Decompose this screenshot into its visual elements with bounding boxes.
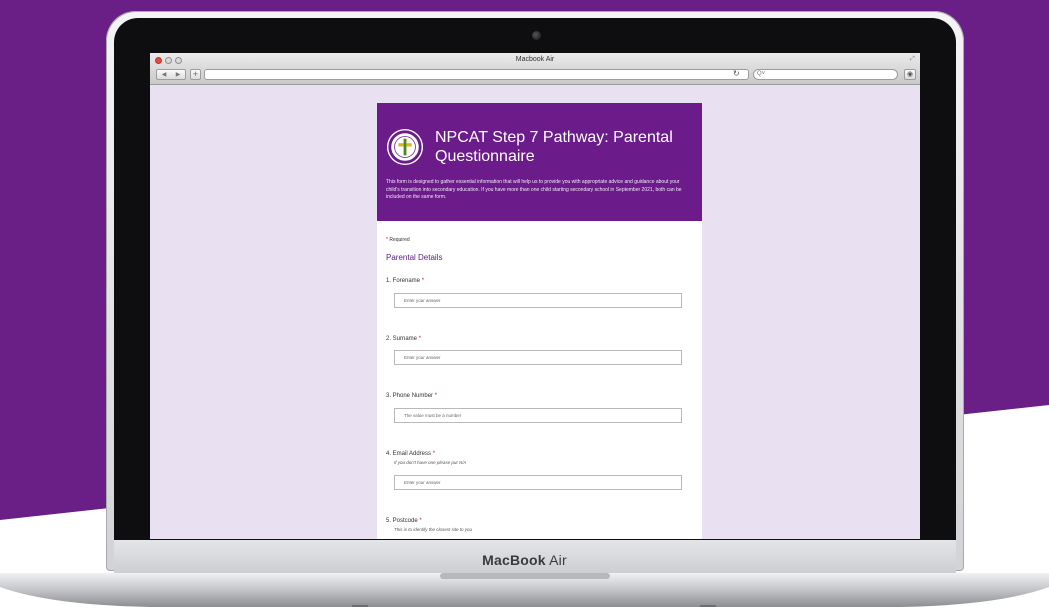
- phone-number-input[interactable]: The value must be a number: [394, 408, 682, 423]
- question-hint: If you don't have one please put N/A: [394, 460, 467, 465]
- camera-icon: [532, 31, 541, 40]
- address-bar[interactable]: [204, 69, 749, 80]
- fullscreen-icon[interactable]: ⤢: [910, 56, 915, 63]
- required-note: * Required: [386, 237, 410, 243]
- form-description: This form is designed to gather essentia…: [386, 179, 682, 200]
- question-hint: This is to identify the closest site to …: [394, 527, 473, 532]
- new-tab-button[interactable]: +: [190, 69, 201, 80]
- screen: Macbook Air ⤢ ◀ ▶ + ↻ Q˅ ◉ NPCAT Step 7 …: [150, 53, 920, 539]
- school-logo: [386, 128, 424, 166]
- question-label: 4. Email Address *: [386, 451, 436, 457]
- forename-input[interactable]: Enter your answer: [394, 293, 682, 308]
- search-input[interactable]: Q˅: [753, 69, 898, 80]
- laptop-brand: MacBook Air: [482, 552, 567, 568]
- back-forward-buttons[interactable]: ◀ ▶: [156, 69, 186, 80]
- surname-input[interactable]: Enter your answer: [394, 350, 682, 365]
- required-label: Required: [389, 237, 410, 243]
- question-label: 2. Surname *: [386, 336, 422, 342]
- form-card: NPCAT Step 7 Pathway: Parental Questionn…: [377, 103, 702, 539]
- form-title: NPCAT Step 7 Pathway: Parental Questionn…: [435, 129, 673, 165]
- back-icon[interactable]: ◀: [162, 71, 167, 78]
- section-title: Parental Details: [386, 253, 443, 262]
- question-label: 5. Postcode *: [386, 518, 422, 524]
- forward-icon[interactable]: ▶: [176, 71, 181, 78]
- reader-button[interactable]: ◉: [904, 69, 916, 80]
- required-star: *: [386, 237, 388, 243]
- laptop-base: [0, 573, 1049, 607]
- email-input[interactable]: Enter your answer: [394, 475, 682, 490]
- browser-titlebar: Macbook Air ⤢ ◀ ▶ + ↻ Q˅ ◉: [150, 53, 920, 85]
- form-header: NPCAT Step 7 Pathway: Parental Questionn…: [377, 103, 702, 221]
- question-label: 3. Phone Number *: [386, 393, 438, 399]
- reload-icon[interactable]: ↻: [733, 69, 740, 78]
- window-title: Macbook Air: [515, 56, 555, 63]
- question-label: 1. Forename *: [386, 278, 425, 284]
